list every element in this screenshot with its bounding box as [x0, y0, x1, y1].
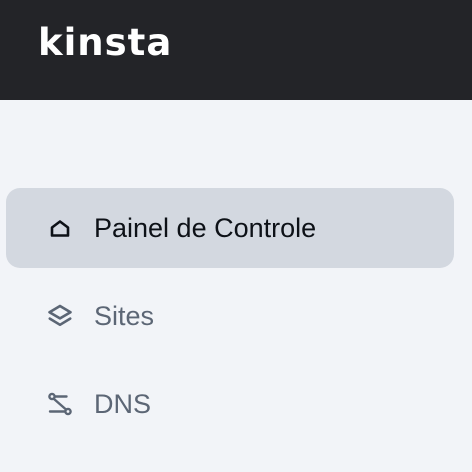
- sidebar-item-label: DNS: [94, 389, 152, 419]
- kinsta-logo[interactable]: kinsta: [38, 18, 172, 68]
- sidebar-item-sites[interactable]: Sites: [6, 276, 454, 356]
- route-icon: [48, 392, 72, 416]
- sidebar-item-label: Sites: [94, 301, 155, 331]
- home-icon: [50, 220, 70, 237]
- layers-icon: [48, 304, 72, 327]
- sidebar-item-dashboard[interactable]: Painel de Controle: [6, 188, 454, 268]
- top-bar: kinsta: [0, 0, 472, 100]
- sidebar-item-label: Painel de Controle: [94, 213, 317, 243]
- sidebar-nav: Painel de Controle Sites DNS: [0, 100, 472, 472]
- sidebar-item-dns[interactable]: DNS: [6, 364, 454, 444]
